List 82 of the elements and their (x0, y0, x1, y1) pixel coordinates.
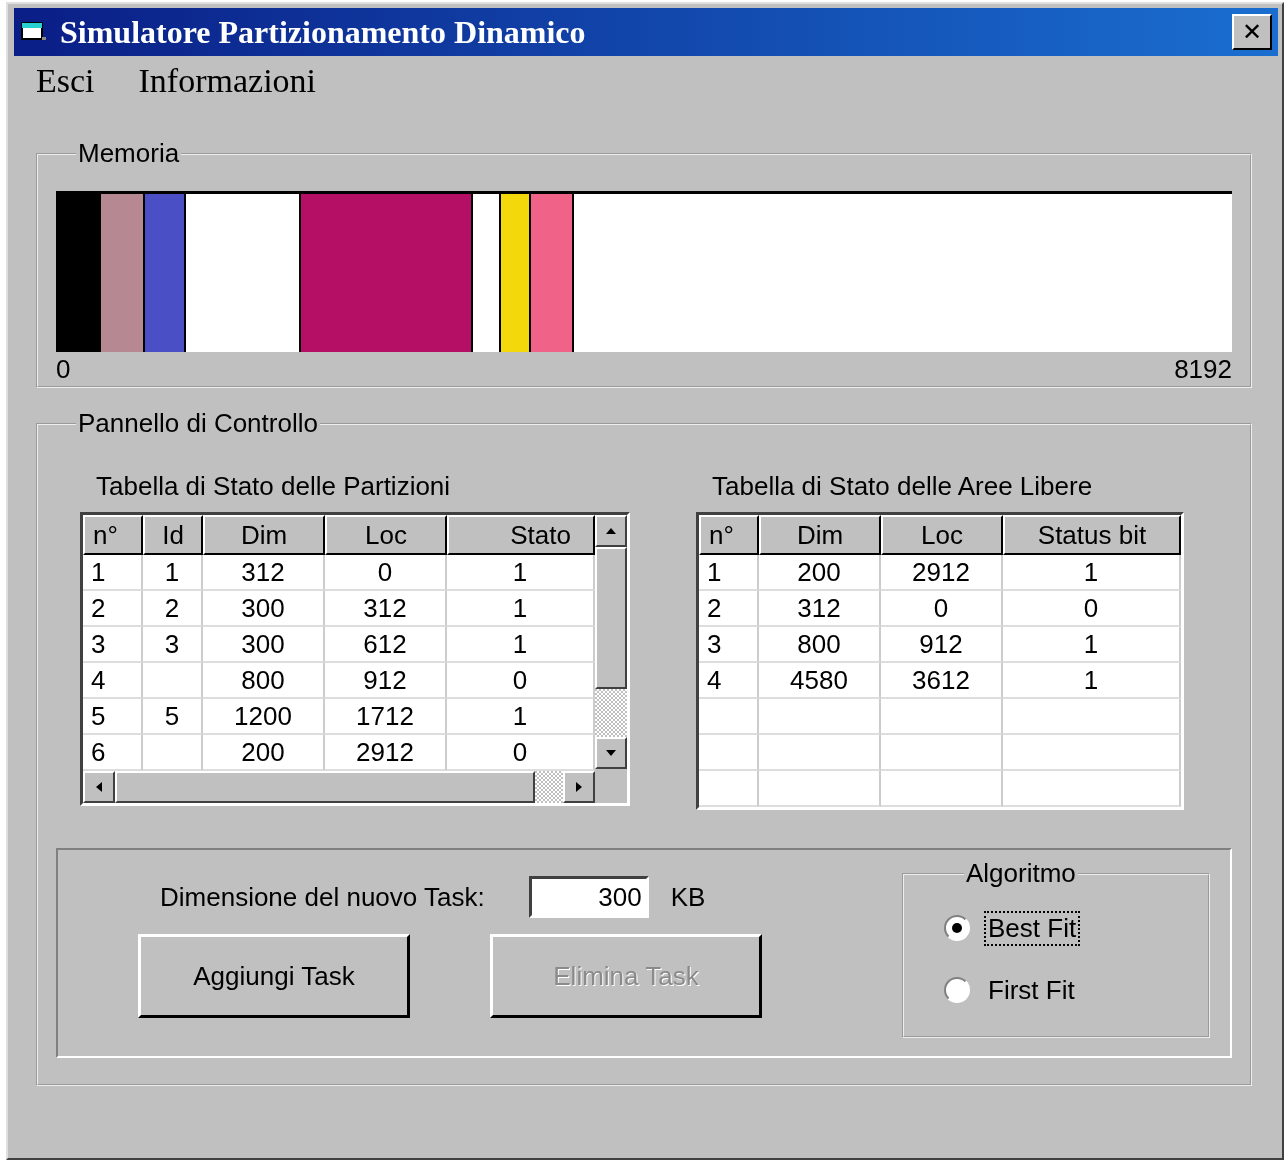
column-header[interactable]: Dim (203, 515, 325, 555)
table-cell: 0 (447, 663, 595, 699)
scroll-down-icon[interactable] (595, 737, 627, 769)
task-button[interactable]: Aggiungi Task (138, 934, 410, 1018)
table-cell: 312 (325, 591, 447, 627)
scale-label: 0 (56, 353, 71, 386)
scroll-up-icon[interactable] (595, 515, 627, 547)
table-title: Tabella di Stato delle Partizioni (96, 471, 452, 502)
scroll-left-icon[interactable] (83, 771, 115, 803)
table-cell: 312 (203, 555, 325, 591)
table-cell: 612 (325, 627, 447, 663)
horizontal-scrollbar[interactable] (83, 771, 595, 803)
table-cell: 1 (1003, 555, 1181, 591)
menu-item[interactable]: Esci (36, 64, 95, 96)
table-cell: 1 (83, 555, 143, 591)
unit-label: KB (670, 881, 706, 913)
table-cell: 3 (83, 627, 143, 663)
column-header[interactable]: Status bit (1003, 515, 1181, 555)
scroll-right-icon[interactable] (563, 771, 595, 803)
table-cell: 0 (325, 555, 447, 591)
table-title: Tabella di Stato delle Aree Libere (712, 471, 1094, 502)
group-title: Algoritmo (965, 858, 1077, 889)
table-cell: 300 (203, 591, 325, 627)
table-cell: 4 (83, 663, 143, 699)
column-header[interactable]: Dim (759, 515, 881, 555)
table-cell: 3 (143, 627, 203, 663)
radio-label[interactable]: Best Fit (984, 910, 1081, 946)
table-cell: 3 (699, 627, 759, 663)
table-cell: 312 (759, 591, 881, 627)
table-cell: 1 (447, 555, 595, 591)
column-header[interactable]: Loc (325, 515, 447, 555)
table-cell (143, 735, 203, 771)
scroll-track[interactable] (535, 771, 563, 803)
table-cell: 300 (203, 627, 325, 663)
table-cell (699, 771, 759, 807)
table-cell: 800 (203, 663, 325, 699)
table-cell: 1 (1003, 663, 1181, 699)
size-field[interactable]: 300 (528, 876, 649, 918)
table-cell: 200 (759, 555, 881, 591)
table-cell: 2 (143, 591, 203, 627)
table-cell (143, 663, 203, 699)
table-cell: 3612 (881, 663, 1003, 699)
column-header[interactable]: n° (699, 515, 759, 555)
close-button[interactable]: ✕ (1232, 14, 1272, 50)
table-cell: 5 (143, 699, 203, 735)
menu-item[interactable]: Informazioni (138, 64, 317, 96)
table-cell: 800 (759, 627, 881, 663)
radio-label[interactable]: First Fit (984, 972, 1079, 1008)
table-cell: 912 (325, 663, 447, 699)
table-cell: 0 (881, 591, 1003, 627)
window-title: Simulatore Partizionamento Dinamico (60, 13, 587, 51)
table-cell: 912 (881, 627, 1003, 663)
table-cell: 2 (83, 591, 143, 627)
table-cell: 2912 (881, 555, 1003, 591)
table-cell: 1 (447, 591, 595, 627)
table-cell: 1 (143, 555, 203, 591)
radio-button[interactable] (944, 915, 970, 941)
table-cell: 200 (203, 735, 325, 771)
field-label: Dimensione del nuovo Task: (160, 881, 485, 913)
scroll-thumb[interactable] (595, 547, 627, 689)
column-header[interactable]: n° (83, 515, 143, 555)
scroll-thumb[interactable] (115, 771, 535, 803)
table-cell: 0 (1003, 591, 1181, 627)
table-cell: 4580 (759, 663, 881, 699)
column-header[interactable]: Loc (881, 515, 1003, 555)
column-header[interactable]: Id (143, 515, 203, 555)
table-cell: 2 (699, 591, 759, 627)
group-title: Pannello di Controllo (77, 408, 319, 439)
table-cell: 1 (1003, 627, 1181, 663)
table-cell: 5 (83, 699, 143, 735)
table-cell (699, 735, 759, 771)
table-cell (699, 699, 759, 735)
column-header[interactable]: Stato (447, 515, 595, 555)
table-cell: 1712 (325, 699, 447, 735)
table-cell: 1 (699, 555, 759, 591)
table-cell: 2912 (325, 735, 447, 771)
radio-button[interactable] (944, 977, 970, 1003)
scale-label: 8192 (1174, 353, 1232, 386)
table-cell: 4 (699, 663, 759, 699)
group-title: Memoria (77, 138, 181, 169)
table-cell: 1 (447, 627, 595, 663)
table-cell: 1200 (203, 699, 325, 735)
